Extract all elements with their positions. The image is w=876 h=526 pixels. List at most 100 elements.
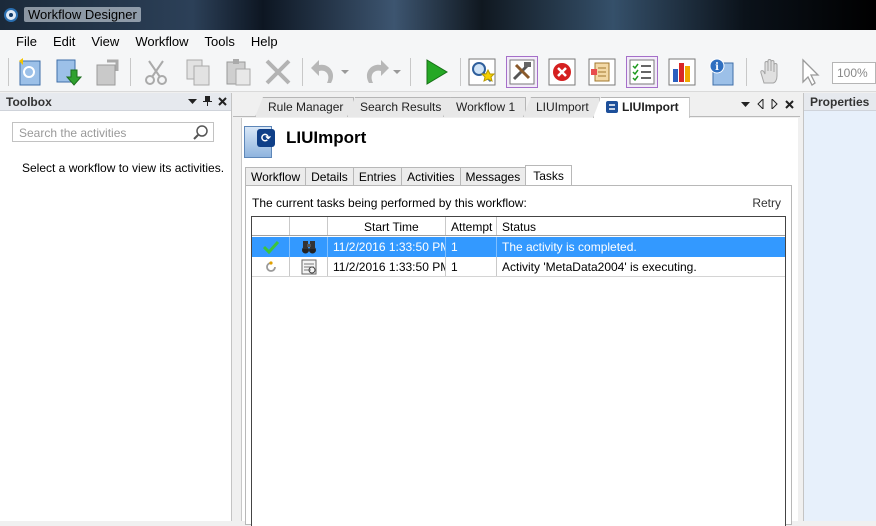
column-header-attempt[interactable]: Attempt xyxy=(446,217,497,235)
tasks-grid: Start Time Attempt Status 11/2/2016 1:33… xyxy=(251,216,786,526)
tab-tasks[interactable]: Tasks xyxy=(525,165,572,186)
new-workflow-button[interactable] xyxy=(14,56,46,88)
search-placeholder: Search the activities xyxy=(19,126,127,140)
column-header-status-icon[interactable] xyxy=(252,217,290,235)
tab-rule-manager[interactable]: Rule Manager xyxy=(255,97,355,117)
menu-view[interactable]: View xyxy=(83,32,127,51)
chevron-right-icon[interactable] xyxy=(771,99,778,109)
tab-entries[interactable]: Entries xyxy=(352,167,402,186)
workflow-icon xyxy=(606,101,618,113)
export-button[interactable] xyxy=(92,56,124,88)
status-text-cell: The activity is completed. xyxy=(502,240,637,254)
window-title: Workflow Designer xyxy=(24,7,141,22)
retry-button[interactable]: Retry xyxy=(752,196,781,210)
binoculars-icon xyxy=(301,241,316,254)
menu-tools[interactable]: Tools xyxy=(197,32,243,51)
start-time-cell: 11/2/2016 1:33:50 PM xyxy=(328,237,446,257)
info-button[interactable]: i xyxy=(706,56,738,88)
grid-header: Start Time Attempt Status xyxy=(252,217,785,236)
redo-icon xyxy=(366,60,389,83)
start-time-cell: 11/2/2016 1:33:50 PM xyxy=(328,257,446,276)
status-text-cell: Activity 'MetaData2004' is executing. xyxy=(502,260,697,274)
redo-dropdown[interactable] xyxy=(390,56,404,88)
checklist-button[interactable] xyxy=(626,56,658,88)
chevron-down-icon[interactable] xyxy=(188,97,197,106)
attempt-cell: 1 xyxy=(446,257,497,276)
stop-button[interactable] xyxy=(546,56,578,88)
rules-icon xyxy=(588,58,616,86)
workflow-document-icon: ⟳ xyxy=(244,126,275,158)
tab-label: LIUImport xyxy=(536,100,589,114)
close-icon[interactable] xyxy=(218,97,227,106)
tab-details[interactable]: Details xyxy=(305,167,353,186)
tab-liuimport[interactable]: LIUImport xyxy=(523,97,600,117)
menu-bar: File Edit View Workflow Tools Help xyxy=(0,30,876,52)
tasks-pane: The current tasks being performed by thi… xyxy=(245,185,792,526)
report-button[interactable] xyxy=(666,56,698,88)
menu-file[interactable]: File xyxy=(8,32,45,51)
tab-search-results[interactable]: Search Results xyxy=(347,97,453,117)
tab-workflow-1[interactable]: Workflow 1 xyxy=(443,97,527,117)
undo-icon xyxy=(311,60,334,83)
title-bar: Workflow Designer xyxy=(0,0,876,30)
pan-button[interactable] xyxy=(754,56,786,88)
delete-button[interactable] xyxy=(262,56,294,88)
properties-panel: Properties xyxy=(803,93,876,521)
paste-button[interactable] xyxy=(222,56,254,88)
menu-help[interactable]: Help xyxy=(243,32,286,51)
pin-icon[interactable] xyxy=(203,95,212,106)
tab-label: LIUImport xyxy=(622,100,679,114)
cut-button[interactable] xyxy=(140,56,172,88)
paste-icon xyxy=(226,59,251,86)
copy-icon xyxy=(186,59,210,86)
menu-workflow[interactable]: Workflow xyxy=(127,32,196,51)
tab-messages[interactable]: Messages xyxy=(459,167,526,186)
run-button[interactable] xyxy=(420,56,452,88)
undo-button[interactable] xyxy=(308,56,340,88)
table-row[interactable]: 11/2/2016 1:33:50 PM 1 Activity 'MetaDat… xyxy=(252,257,785,277)
tab-activities[interactable]: Activities xyxy=(401,167,460,186)
toolbar-separator xyxy=(746,58,747,86)
table-row[interactable]: 11/2/2016 1:33:50 PM 1 The activity is c… xyxy=(252,237,785,257)
close-icon[interactable] xyxy=(785,100,794,109)
pan-hand-icon xyxy=(760,59,778,84)
column-header-start-time[interactable]: Start Time xyxy=(328,217,446,235)
column-header-status[interactable]: Status xyxy=(497,217,785,235)
attempt-cell: 1 xyxy=(446,237,497,257)
column-header-type-icon[interactable] xyxy=(290,217,328,235)
chevron-down-icon[interactable] xyxy=(741,100,750,109)
chevron-left-icon[interactable] xyxy=(757,99,764,109)
toolbar: i 100% xyxy=(0,52,876,92)
workflow-title: LIUImport xyxy=(286,128,367,147)
checkmark-icon xyxy=(262,240,279,254)
tools-icon xyxy=(509,59,535,85)
toolbar-separator xyxy=(8,58,9,86)
tab-label: Workflow 1 xyxy=(456,100,516,114)
menu-edit[interactable]: Edit xyxy=(45,32,83,51)
properties-title: Properties xyxy=(810,95,870,109)
toolbar-separator xyxy=(130,58,131,86)
tab-liuimport-active[interactable]: LIUImport xyxy=(593,97,690,118)
search-button[interactable] xyxy=(466,56,498,88)
copy-button[interactable] xyxy=(182,56,214,88)
pointer-button[interactable] xyxy=(794,56,826,88)
search-icon[interactable] xyxy=(193,124,209,140)
type-cell xyxy=(290,257,328,276)
tab-workflow[interactable]: Workflow xyxy=(245,167,306,186)
undo-dropdown[interactable] xyxy=(338,56,352,88)
zoom-input[interactable]: 100% xyxy=(832,62,876,84)
rules-button[interactable] xyxy=(586,56,618,88)
tab-label: Search Results xyxy=(360,100,442,114)
status-cell xyxy=(252,237,290,257)
toolbar-separator xyxy=(302,58,303,86)
status-cell xyxy=(252,257,290,276)
import-button[interactable] xyxy=(52,56,84,88)
workflow-sub-tabs: Workflow Details Entries Activities Mess… xyxy=(245,165,572,186)
toolbox-panel: Toolbox Search the activities Select a w… xyxy=(0,93,232,521)
metadata-icon xyxy=(301,259,316,274)
search-activities-input[interactable]: Search the activities xyxy=(12,122,214,142)
toolbar-separator xyxy=(460,58,461,86)
tools-button[interactable] xyxy=(506,56,538,88)
type-cell xyxy=(290,237,328,257)
redo-button[interactable] xyxy=(360,56,392,88)
